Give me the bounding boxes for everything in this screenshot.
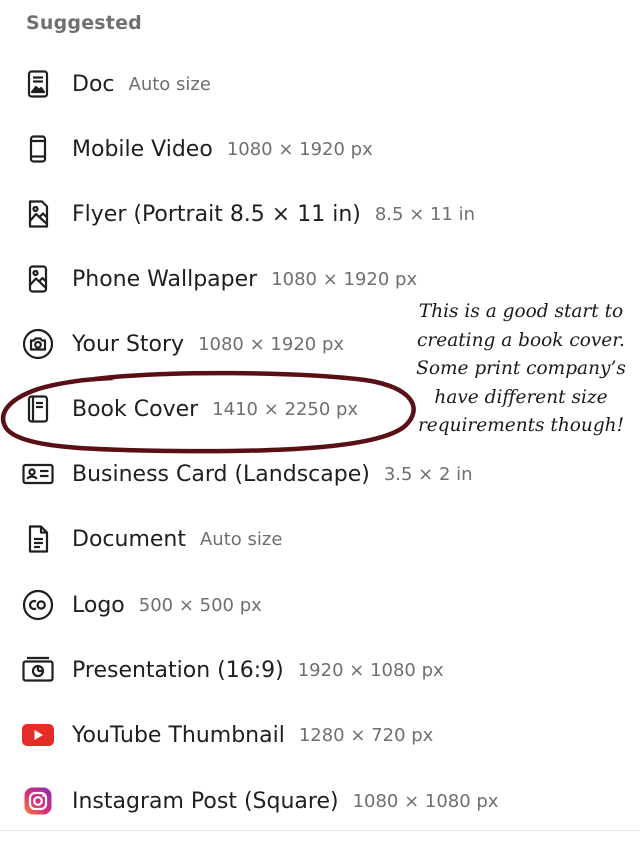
item-instagram-post[interactable]: Instagram Post (Square) 1080 × 1080 px <box>0 775 520 827</box>
item-size: 1080 × 1920 px <box>226 138 373 160</box>
annotation-note: This is a good start to creating a book … <box>410 298 632 441</box>
item-youtube-thumbnail[interactable]: YouTube Thumbnail 1280 × 720 px <box>0 709 520 761</box>
item-size: 3.5 × 2 in <box>383 463 473 485</box>
item-size: 1080 × 1080 px <box>352 790 499 812</box>
camera-icon <box>20 326 56 362</box>
item-size: 8.5 × 11 in <box>374 203 476 225</box>
item-name: Flyer (Portrait 8.5 × 11 in) <box>72 201 361 227</box>
item-size: Auto size <box>199 528 283 550</box>
item-size: 500 × 500 px <box>138 594 262 616</box>
item-mobile-video[interactable]: Mobile Video 1080 × 1920 px <box>0 123 520 175</box>
item-logo[interactable]: Logo 500 × 500 px <box>0 579 520 631</box>
annotation-line: Some print company’s <box>416 358 626 379</box>
item-name: Doc <box>72 71 115 97</box>
bottom-divider <box>0 830 640 831</box>
item-business-card[interactable]: Business Card (Landscape) 3.5 × 2 in <box>0 448 520 500</box>
item-name: Logo <box>72 592 125 618</box>
item-name: Presentation (16:9) <box>72 657 284 683</box>
section-title: Suggested <box>26 12 142 34</box>
item-size: 1080 × 1920 px <box>271 268 418 290</box>
item-name: Phone Wallpaper <box>72 266 258 292</box>
item-name: Instagram Post (Square) <box>72 788 339 814</box>
business-card-icon <box>20 456 56 492</box>
item-name: YouTube Thumbnail <box>72 722 285 748</box>
annotation-line: have different size <box>434 386 608 408</box>
item-size: 1410 × 2250 px <box>212 398 359 420</box>
doc-icon <box>20 66 56 102</box>
annotation-line: requirements though! <box>417 415 625 436</box>
item-flyer[interactable]: Flyer (Portrait 8.5 × 11 in) 8.5 × 11 in <box>0 188 520 240</box>
phone-wallpaper-icon <box>20 261 56 297</box>
item-presentation[interactable]: Presentation (16:9) 1920 × 1080 px <box>0 644 520 696</box>
mobile-video-icon <box>20 131 56 167</box>
item-size: 1920 × 1080 px <box>297 659 444 681</box>
item-name: Mobile Video <box>72 136 213 162</box>
item-name: Book Cover <box>72 396 199 422</box>
annotation-line: creating a book cover. <box>417 329 625 351</box>
item-name: Document <box>72 526 186 552</box>
flyer-icon <box>20 196 56 232</box>
item-name: Business Card (Landscape) <box>72 461 370 487</box>
design-type-suggestions-panel: Suggested Doc Auto size Mobile Video 108… <box>0 0 640 856</box>
item-name: Your Story <box>72 331 185 357</box>
item-doc[interactable]: Doc Auto size <box>0 58 520 110</box>
annotation-line: This is a good start to <box>418 301 624 322</box>
item-document[interactable]: Document Auto size <box>0 513 520 565</box>
item-size: 1280 × 720 px <box>298 724 434 746</box>
youtube-icon <box>20 717 56 753</box>
item-size: Auto size <box>128 73 211 95</box>
item-size: 1080 × 1920 px <box>198 333 345 355</box>
book-cover-icon <box>20 391 56 427</box>
presentation-icon <box>20 652 56 688</box>
logo-icon <box>20 587 56 623</box>
instagram-icon <box>20 783 56 819</box>
document-icon <box>20 521 56 557</box>
